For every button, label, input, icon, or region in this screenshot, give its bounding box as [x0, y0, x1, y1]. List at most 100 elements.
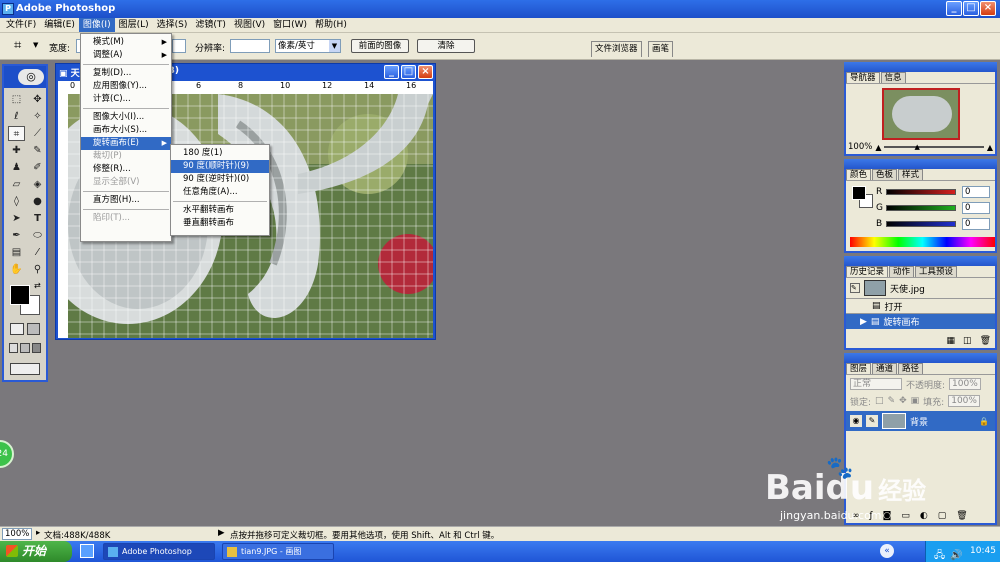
- eraser-tool-icon[interactable]: ▱: [8, 177, 25, 192]
- fill-input[interactable]: 100%: [948, 395, 981, 407]
- menu-layer[interactable]: 图层(L): [115, 18, 153, 32]
- menu-file[interactable]: 文件(F): [2, 18, 40, 32]
- red-value-input[interactable]: 0: [962, 186, 990, 198]
- screen-mode-full-icon[interactable]: [31, 343, 41, 353]
- color-spectrum-bar[interactable]: [850, 237, 995, 247]
- front-image-button[interactable]: 前面的图像: [351, 39, 409, 53]
- eye-logo-icon[interactable]: ◎: [18, 69, 44, 85]
- menu-select[interactable]: 选择(S): [153, 18, 192, 32]
- doc-minimize-button[interactable]: _: [384, 65, 399, 79]
- doc-close-button[interactable]: ×: [418, 65, 433, 79]
- menu-item-adjust[interactable]: 调整(A) ▶: [81, 49, 171, 62]
- tab-actions[interactable]: 动作: [889, 266, 915, 277]
- volume-icon[interactable]: 🔊: [950, 545, 962, 562]
- menu-edit[interactable]: 编辑(E): [40, 18, 79, 32]
- screen-mode-standard-icon[interactable]: [9, 343, 19, 353]
- color-panel-titlebar[interactable]: [844, 159, 997, 169]
- path-select-tool-icon[interactable]: ➤: [8, 211, 25, 226]
- tab-file-browser[interactable]: 文件浏览器: [591, 41, 642, 57]
- menu-item-flip-horizontal[interactable]: 水平翻转画布: [171, 204, 269, 217]
- menu-item-rotate-arbitrary[interactable]: 任意角度(A)...: [171, 186, 269, 199]
- clock[interactable]: 10:45: [970, 541, 996, 562]
- layer-row-background[interactable]: ◉ ✎ 背景 🔒: [846, 411, 995, 431]
- blue-value-input[interactable]: 0: [962, 218, 990, 230]
- menu-help[interactable]: 帮助(H): [311, 18, 351, 32]
- menu-item-rotate-90-cw[interactable]: 90 度(顺时针)(9): [171, 160, 269, 173]
- layer-mask-icon[interactable]: ◙: [883, 511, 892, 521]
- slice-tool-icon[interactable]: ⟋: [29, 126, 46, 141]
- dodge-tool-icon[interactable]: ●: [29, 194, 46, 209]
- healing-brush-tool-icon[interactable]: ✚: [8, 143, 25, 158]
- red-slider[interactable]: [886, 189, 956, 195]
- close-button[interactable]: ×: [980, 1, 996, 16]
- standard-mode-icon[interactable]: [10, 323, 24, 335]
- new-layer-set-icon[interactable]: ▭: [901, 511, 910, 521]
- history-brush-tool-icon[interactable]: ✐: [29, 160, 46, 175]
- clear-button[interactable]: 清除: [417, 39, 475, 53]
- navigator-zoom-value[interactable]: 100%: [848, 142, 872, 152]
- tab-info[interactable]: 信息: [880, 72, 906, 83]
- tab-paths[interactable]: 路径: [898, 363, 924, 374]
- delete-state-icon[interactable]: 🗑: [980, 336, 991, 346]
- zoom-tool-icon[interactable]: ⚲: [29, 262, 46, 277]
- doc-maximize-button[interactable]: □: [401, 65, 416, 79]
- jump-to-imageready-icon[interactable]: [10, 363, 40, 375]
- move-tool-icon[interactable]: ✥: [29, 92, 46, 107]
- green-value-input[interactable]: 0: [962, 202, 990, 214]
- tab-brushes[interactable]: 画笔: [648, 41, 674, 57]
- new-layer-icon[interactable]: ▢: [938, 511, 947, 521]
- slider-thumb-icon[interactable]: ▲: [914, 143, 919, 151]
- adjustment-layer-icon[interactable]: ◐: [920, 511, 928, 521]
- lasso-tool-icon[interactable]: ℓ: [8, 109, 25, 124]
- navigator-zoom-slider[interactable]: ▲: [884, 143, 984, 151]
- menu-filter[interactable]: 滤镜(T): [191, 18, 230, 32]
- shape-tool-icon[interactable]: ⬭: [29, 228, 46, 243]
- tab-swatches[interactable]: 色板: [872, 169, 898, 180]
- minimize-button[interactable]: _: [946, 1, 962, 16]
- new-snapshot-icon[interactable]: ◫: [963, 336, 972, 346]
- menu-item-rotate-canvas[interactable]: 旋转画布(E) ▶: [81, 137, 171, 150]
- blue-slider[interactable]: [886, 221, 956, 227]
- menu-item-mode[interactable]: 模式(M) ▶: [81, 36, 171, 49]
- menu-image[interactable]: 图像(I): [78, 18, 115, 32]
- brush-tool-icon[interactable]: ✎: [29, 143, 46, 158]
- menu-window[interactable]: 窗口(W): [269, 18, 311, 32]
- lock-position-icon[interactable]: ✥: [899, 396, 907, 406]
- tab-color[interactable]: 颜色: [846, 169, 872, 180]
- green-slider[interactable]: [886, 205, 956, 211]
- lock-all-icon[interactable]: ▣: [911, 396, 920, 406]
- layer-visibility-eye-icon[interactable]: ◉: [850, 415, 862, 427]
- pen-tool-icon[interactable]: ✒: [8, 228, 25, 243]
- height-input[interactable]: [172, 39, 186, 53]
- notes-tool-icon[interactable]: ▤: [8, 245, 25, 260]
- delete-layer-icon[interactable]: 🗑: [956, 511, 967, 521]
- zoom-out-icon[interactable]: ▲: [875, 143, 881, 152]
- history-panel-titlebar[interactable]: [844, 256, 997, 266]
- progress-badge[interactable]: 24: [0, 440, 14, 468]
- menu-item-duplicate[interactable]: 复制(D)...: [81, 67, 171, 80]
- start-button[interactable]: 开始: [0, 541, 72, 562]
- tab-tool-presets[interactable]: 工具预设: [915, 266, 958, 277]
- foreground-color-swatch[interactable]: [10, 285, 30, 305]
- navigator-panel-titlebar[interactable]: [844, 62, 997, 72]
- taskbar-item-paint[interactable]: tian9.JPG - 画图: [222, 543, 334, 560]
- zoom-in-icon[interactable]: ▲: [987, 143, 993, 152]
- menu-item-trim[interactable]: 修整(R)...: [81, 163, 171, 176]
- history-item[interactable]: ▤ 打开: [846, 299, 995, 314]
- menu-item-apply-image[interactable]: 应用图像(Y)...: [81, 80, 171, 93]
- history-item-selected[interactable]: ▶ ▤ 旋转画布: [846, 314, 995, 329]
- menu-item-image-size[interactable]: 图像大小(I)...: [81, 111, 171, 124]
- blur-tool-icon[interactable]: ◊: [8, 194, 25, 209]
- tray-expand-icon[interactable]: «: [880, 544, 894, 558]
- marquee-tool-icon[interactable]: ⬚: [8, 92, 25, 107]
- tab-history[interactable]: 历史记录: [846, 266, 889, 277]
- crop-tool-icon[interactable]: ⌗: [14, 38, 21, 53]
- document-size-info-icon[interactable]: ▸: [36, 528, 40, 538]
- tab-layers[interactable]: 图层: [846, 363, 872, 374]
- paint-bucket-tool-icon[interactable]: ◈: [29, 177, 46, 192]
- screen-mode-full-menu-icon[interactable]: [20, 343, 30, 353]
- tab-styles[interactable]: 样式: [898, 169, 924, 180]
- show-desktop-icon[interactable]: [80, 544, 94, 558]
- clone-stamp-tool-icon[interactable]: ♟: [8, 160, 25, 175]
- menu-view[interactable]: 视图(V): [230, 18, 269, 32]
